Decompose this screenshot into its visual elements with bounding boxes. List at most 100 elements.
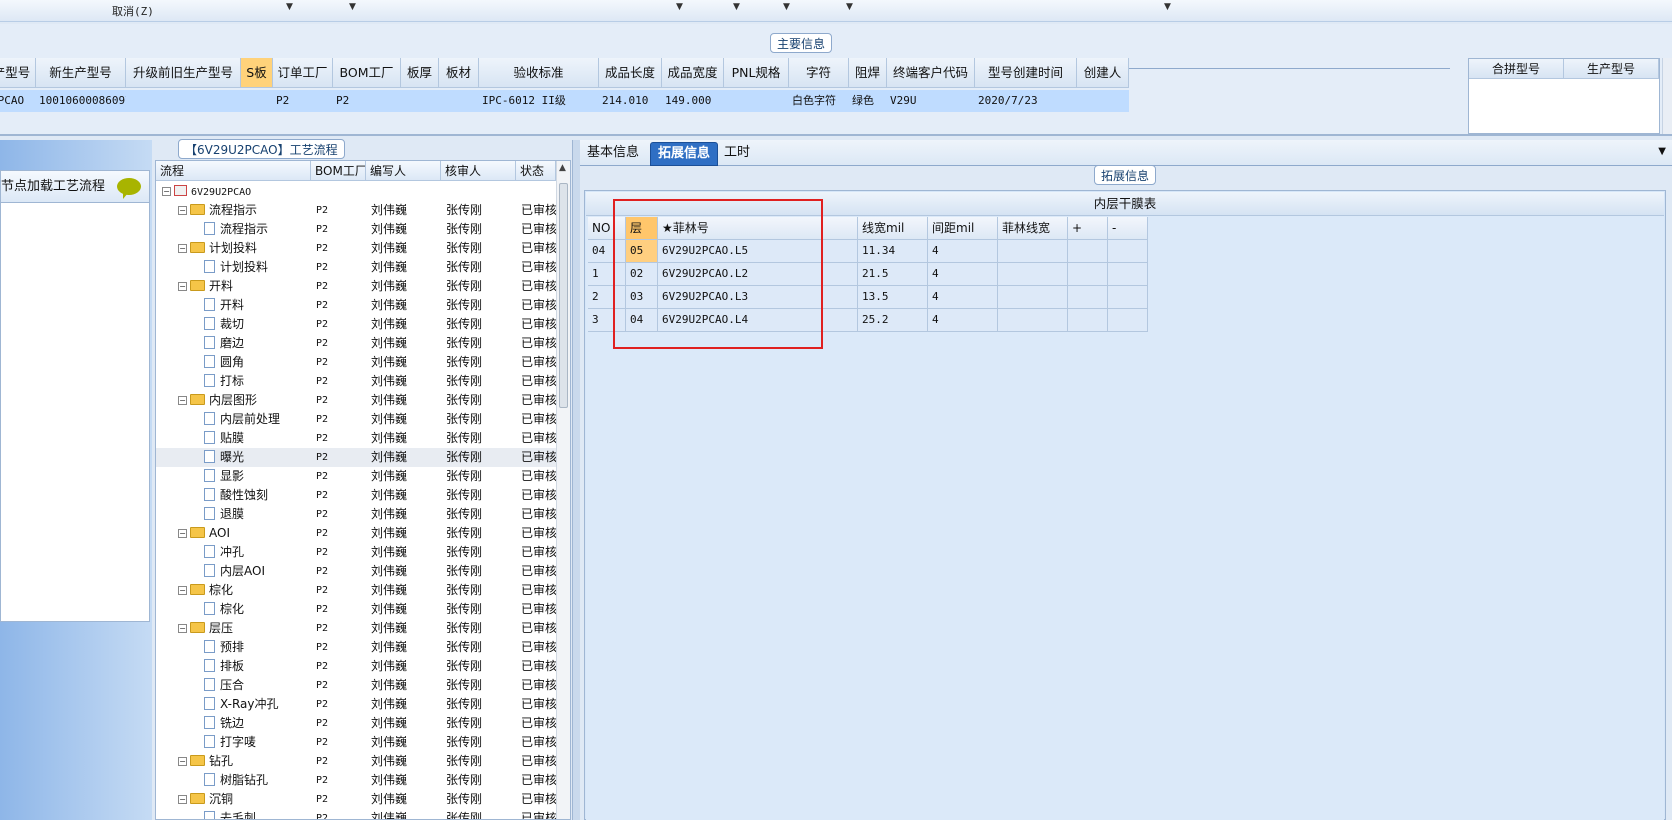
column-header[interactable]: ★菲林号	[658, 217, 858, 240]
table-cell[interactable]: 6V29U2PCAO.L3	[658, 286, 858, 309]
tree-row[interactable]: 预排 P2 刘伟巍 张传刚 已审核	[156, 638, 556, 657]
tree-node[interactable]: 打标	[156, 372, 311, 391]
table-cell[interactable]: 6V29U2PCAO.L2	[658, 263, 858, 286]
grid-cell[interactable]	[1077, 90, 1129, 112]
grid-cell[interactable]: P2	[333, 90, 401, 112]
table-cell[interactable]	[1068, 309, 1108, 332]
grid-cell[interactable]: 2PCAO	[0, 90, 36, 112]
table-cell[interactable]: 02	[626, 263, 658, 286]
column-header[interactable]: 新生产型号	[36, 58, 126, 88]
table-cell[interactable]: 1	[588, 263, 626, 286]
tree-row[interactable]: 内层前处理 P2 刘伟巍 张传刚 已审核	[156, 410, 556, 429]
tree-node[interactable]: 内层AOI	[156, 562, 311, 581]
column-header[interactable]: 板材	[439, 58, 479, 88]
tree-node[interactable]: 贴膜	[156, 429, 311, 448]
tree-row[interactable]: − 棕化 P2 刘伟巍 张传刚 已审核	[156, 581, 556, 600]
tree-row[interactable]: 排板 P2 刘伟巍 张传刚 已审核	[156, 657, 556, 676]
tree-row[interactable]: − AOI P2 刘伟巍 张传刚 已审核	[156, 524, 556, 543]
table-row[interactable]: 3 04 6V29U2PCAO.L4 25.2 4	[588, 309, 1148, 332]
tab-extended-info[interactable]: 拓展信息	[650, 142, 719, 166]
tree-node[interactable]: 退膜	[156, 505, 311, 524]
table-cell[interactable]	[998, 263, 1068, 286]
column-header[interactable]: 线宽mil	[858, 217, 928, 240]
table-cell[interactable]: 4	[928, 263, 998, 286]
table-cell[interactable]	[998, 286, 1068, 309]
tree-row[interactable]: − 6V29U2PCAO	[156, 182, 556, 201]
tab-work-hours[interactable]: 工时	[717, 142, 757, 166]
column-header[interactable]: PNL规格	[724, 58, 789, 88]
column-header[interactable]: 终端客户代码	[887, 58, 975, 88]
tree-node[interactable]: 棕化	[156, 600, 311, 619]
tree-node[interactable]: 内层前处理	[156, 410, 311, 429]
table-cell[interactable]: 3	[588, 309, 626, 332]
collapse-icon[interactable]: −	[178, 282, 187, 291]
table-cell[interactable]	[998, 309, 1068, 332]
column-header[interactable]: 成品宽度	[662, 58, 724, 88]
column-header[interactable]: 字符	[789, 58, 849, 88]
scrollbar[interactable]	[1662, 58, 1672, 134]
table-cell[interactable]: 6V29U2PCAO.L5	[658, 240, 858, 263]
tree-row[interactable]: − 层压 P2 刘伟巍 张传刚 已审核	[156, 619, 556, 638]
column-header[interactable]: 产型号	[0, 58, 36, 88]
dropdown-arrow-icon[interactable]: ▼	[783, 2, 790, 12]
dropdown-arrow-icon[interactable]: ▼	[733, 2, 740, 12]
tree-node[interactable]: 铣边	[156, 714, 311, 733]
grid-cell[interactable]: 绿色	[849, 90, 887, 112]
table-cell[interactable]	[1108, 240, 1148, 263]
table-cell[interactable]: 21.5	[858, 263, 928, 286]
tree-row[interactable]: − 内层图形 P2 刘伟巍 张传刚 已审核	[156, 391, 556, 410]
tree-row[interactable]: 流程指示 P2 刘伟巍 张传刚 已审核	[156, 220, 556, 239]
grid-cell[interactable]: P2	[273, 90, 333, 112]
table-cell[interactable]: 4	[928, 309, 998, 332]
column-header[interactable]: 编写人	[366, 161, 441, 180]
tree-row[interactable]: 磨边 P2 刘伟巍 张传刚 已审核	[156, 334, 556, 353]
collapse-icon[interactable]: −	[162, 187, 171, 196]
tree-row[interactable]: 内层AOI P2 刘伟巍 张传刚 已审核	[156, 562, 556, 581]
collapse-icon[interactable]: −	[178, 529, 187, 538]
table-cell[interactable]	[1068, 263, 1108, 286]
tree-row[interactable]: − 开料 P2 刘伟巍 张传刚 已审核	[156, 277, 556, 296]
collapse-icon[interactable]: −	[178, 624, 187, 633]
tree-node[interactable]: − 内层图形	[156, 391, 311, 410]
cancel-menu[interactable]: 取消(Z)	[112, 3, 154, 19]
column-header[interactable]: +	[1068, 217, 1108, 240]
grid-cell[interactable]: 2020/7/23	[975, 90, 1077, 112]
column-header[interactable]: 状态	[516, 161, 556, 180]
tree-node[interactable]: 圆角	[156, 353, 311, 372]
tree-row[interactable]: − 沉铜 P2 刘伟巍 张传刚 已审核	[156, 790, 556, 809]
tree-row[interactable]: 去毛刺 P2 刘伟巍 张传刚 已审核	[156, 809, 556, 819]
dropdown-arrow-icon[interactable]: ▼	[1164, 2, 1171, 12]
tree-node[interactable]: − AOI	[156, 524, 311, 543]
tree-node[interactable]: 去毛刺	[156, 809, 311, 819]
collapse-icon[interactable]: −	[178, 206, 187, 215]
tree-node[interactable]: 裁切	[156, 315, 311, 334]
tree-node[interactable]: 曝光	[156, 448, 311, 467]
table-cell[interactable]	[1068, 240, 1108, 263]
main-grid-row[interactable]: 2PCAO10010600086097 P2P2 IPC-6012 II级214.0…	[0, 90, 1129, 112]
column-header[interactable]: 板厚	[401, 58, 439, 88]
tree-node[interactable]: 开料	[156, 296, 311, 315]
column-header[interactable]: 层	[626, 217, 658, 240]
tree-node[interactable]: − 开料	[156, 277, 311, 296]
table-cell[interactable]	[1108, 309, 1148, 332]
column-header[interactable]: BOM工厂	[311, 161, 366, 180]
tree-node[interactable]: 树脂钻孔	[156, 771, 311, 790]
column-header[interactable]: 菲林线宽	[998, 217, 1068, 240]
column-header[interactable]: 验收标准	[479, 58, 599, 88]
column-header[interactable]: 核审人	[441, 161, 516, 180]
table-cell[interactable]: 13.5	[858, 286, 928, 309]
tree-row[interactable]: 退膜 P2 刘伟巍 张传刚 已审核	[156, 505, 556, 524]
node-load-header[interactable]: 节点加载工艺流程	[1, 171, 149, 203]
dropdown-arrow-icon[interactable]: ▼	[846, 2, 853, 12]
tree-row[interactable]: 铣边 P2 刘伟巍 张传刚 已审核	[156, 714, 556, 733]
column-header[interactable]: 升级前旧生产型号	[126, 58, 241, 88]
process-scrollbar[interactable]: ▲	[556, 161, 570, 819]
tree-row[interactable]: 压合 P2 刘伟巍 张传刚 已审核	[156, 676, 556, 695]
tree-node[interactable]: 打字唛	[156, 733, 311, 752]
grid-cell[interactable]: 214.010	[599, 90, 662, 112]
scroll-up-icon[interactable]: ▲	[559, 163, 566, 173]
column-header[interactable]: 订单工厂	[273, 58, 333, 88]
tree-node[interactable]: 预排	[156, 638, 311, 657]
tree-node[interactable]: 冲孔	[156, 543, 311, 562]
table-cell[interactable]	[1108, 263, 1148, 286]
